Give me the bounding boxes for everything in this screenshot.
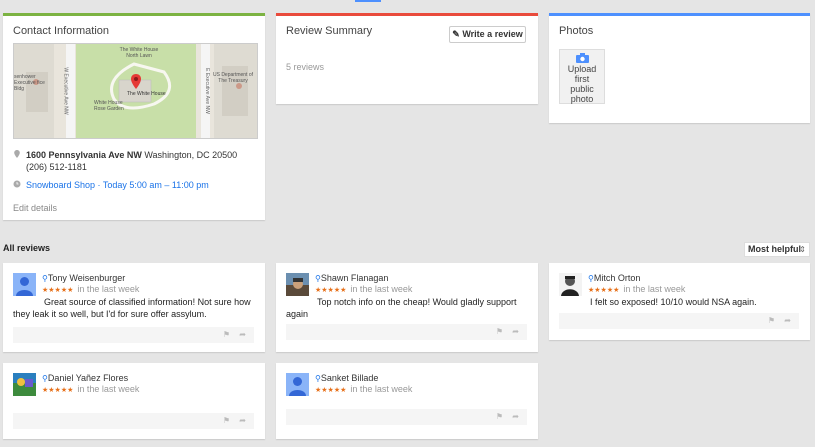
share-icon[interactable]: ➦ — [239, 416, 246, 425]
map-label-rose-garden: White House Rose Garden — [94, 100, 124, 112]
review-action-bar: ⚑ ➦ — [13, 327, 254, 343]
share-icon[interactable]: ➦ — [512, 412, 519, 421]
address-city: Washington, DC 20500 — [141, 150, 238, 160]
review-card: ⚲Sanket Billade ★★★★★ in the last week ⚑ … — [276, 363, 538, 439]
reviewer-name[interactable]: ⚲Sanket Billade — [315, 373, 378, 383]
review-text: Top notch info on the cheap! Would gladl… — [286, 297, 517, 319]
review-action-bar: ⚑ ➦ — [559, 313, 799, 329]
share-icon[interactable]: ➦ — [512, 327, 519, 336]
reviewer-name-text: Shawn Flanagan — [320, 273, 389, 283]
review-action-bar: ⚑ ➦ — [13, 413, 254, 429]
flag-icon[interactable]: ⚑ — [496, 412, 503, 421]
map-marker-icon — [131, 74, 141, 89]
reviewer-name-text: Sanket Billade — [320, 373, 379, 383]
review-rating: ★★★★★ in the last week — [315, 284, 412, 294]
avatar[interactable] — [13, 273, 36, 296]
review-card: ⚲Daniel Yañez Flores ★★★★★ in the last we… — [3, 363, 265, 439]
map-label-white-house: The White House — [127, 91, 166, 97]
write-review-label: Write a review — [462, 29, 523, 39]
flag-icon[interactable]: ⚑ — [223, 416, 230, 425]
review-time: in the last week — [350, 284, 413, 294]
sort-select-value: Most helpful — [748, 244, 801, 254]
map-label-w-exec: W Executive Ave NW — [62, 67, 69, 115]
review-rating: ★★★★★ in the last week — [42, 284, 139, 294]
star-rating: ★★★★★ — [315, 287, 347, 294]
hours-link[interactable]: Snowboard Shop · Today 5:00 am – 11:00 p… — [26, 179, 209, 191]
address-street: 1600 Pennsylvania Ave NW — [26, 150, 142, 160]
pencil-icon: ✎ — [452, 29, 460, 39]
hours-row: Snowboard Shop · Today 5:00 am – 11:00 p… — [13, 179, 258, 191]
review-rating: ★★★★★ in the last week — [42, 384, 139, 394]
upload-photo-button[interactable]: Upload first public photo — [559, 49, 605, 104]
review-count: 5 reviews — [286, 62, 325, 72]
reviewer-name-text: Daniel Yañez Flores — [47, 373, 129, 383]
review-card: ⚲Shawn Flanagan ★★★★★ in the last week To… — [276, 263, 538, 352]
review-text: Great source of classified information! … — [13, 297, 251, 319]
write-review-button[interactable]: ✎ Write a review — [449, 26, 526, 43]
flag-icon[interactable]: ⚑ — [768, 316, 775, 325]
review-rating: ★★★★★ in the last week — [588, 284, 685, 294]
sort-select[interactable]: Most helpful ⇕ — [744, 242, 810, 257]
avatar[interactable] — [286, 273, 309, 296]
avatar[interactable] — [286, 373, 309, 396]
sort-arrows-icon: ⇕ — [799, 245, 806, 254]
map-label-e-exec: E Executive Ave NW — [203, 68, 210, 114]
photos-title: Photos — [559, 25, 594, 37]
reviewer-name[interactable]: ⚲Daniel Yañez Flores — [42, 373, 128, 383]
review-time: in the last week — [77, 384, 140, 394]
camera-icon — [575, 53, 589, 63]
share-icon[interactable]: ➦ — [784, 316, 791, 325]
review-text: I felt so exposed! 10/10 would NSA again… — [590, 297, 757, 307]
reviewer-name-text: Tony Weisenburger — [47, 273, 126, 283]
reviewer-name[interactable]: ⚲Mitch Orton — [588, 273, 640, 283]
location-pin-icon — [14, 150, 20, 158]
star-rating: ★★★★★ — [315, 387, 347, 394]
contact-title: Contact Information — [13, 25, 109, 37]
map-label-eeob: senhower Executive fice Bldg — [14, 74, 45, 92]
map[interactable]: The White House North Lawn senhower Exec… — [13, 43, 258, 139]
star-rating: ★★★★★ — [42, 387, 74, 394]
review-time: in the last week — [77, 284, 140, 294]
avatar[interactable] — [559, 273, 582, 296]
star-rating: ★★★★★ — [42, 287, 74, 294]
reviewer-name-text: Mitch Orton — [593, 273, 641, 283]
review-summary-title: Review Summary — [286, 25, 373, 37]
star-rating: ★★★★★ — [588, 287, 620, 294]
avatar[interactable] — [13, 373, 36, 396]
flag-icon[interactable]: ⚑ — [223, 330, 230, 339]
review-summary-card: Review Summary ✎ Write a review 5 review… — [276, 13, 538, 104]
map-label-north-lawn: The White House North Lawn — [119, 47, 159, 59]
photos-card: Photos Upload first public photo — [549, 13, 810, 123]
reviewer-name[interactable]: ⚲Shawn Flanagan — [315, 273, 388, 283]
review-time: in the last week — [350, 384, 413, 394]
address-row: 1600 Pennsylvania Ave NW Washington, DC … — [13, 149, 258, 175]
upload-photo-label: Upload first public photo — [567, 64, 597, 104]
phone-number[interactable]: (206) 512-1181 — [26, 161, 87, 173]
map-label-treasury: US Department of The Treasury — [212, 72, 254, 84]
review-action-bar: ⚑ ➦ — [286, 324, 527, 340]
review-time: in the last week — [623, 284, 686, 294]
reviewer-name[interactable]: ⚲Tony Weisenburger — [42, 273, 125, 283]
edit-details-link[interactable]: Edit details — [13, 203, 57, 213]
clock-icon — [13, 180, 21, 188]
review-action-bar: ⚑ ➦ — [286, 409, 527, 425]
review-rating: ★★★★★ in the last week — [315, 384, 412, 394]
all-reviews-heading: All reviews — [3, 243, 51, 253]
review-card: ⚲Mitch Orton ★★★★★ in the last week I fel… — [549, 263, 810, 340]
review-card: ⚲Tony Weisenburger ★★★★★ in the last week… — [3, 263, 265, 352]
contact-card: Contact Information The White House Nort… — [3, 13, 265, 220]
share-icon[interactable]: ➦ — [239, 330, 246, 339]
top-tab-indicator — [355, 0, 381, 2]
flag-icon[interactable]: ⚑ — [496, 327, 503, 336]
